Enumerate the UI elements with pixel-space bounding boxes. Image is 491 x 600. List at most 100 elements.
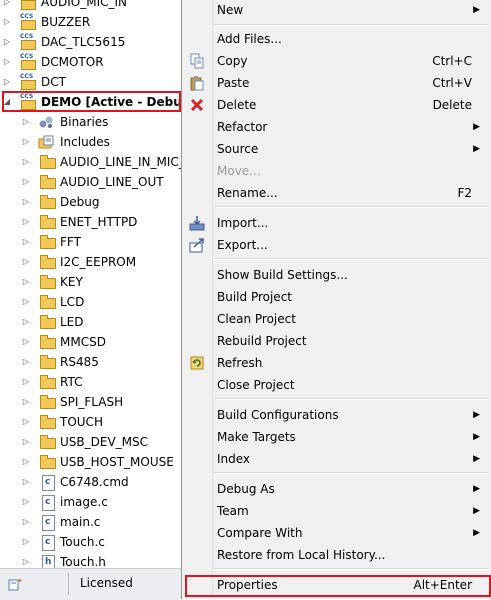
tree-item-label: BUZZER bbox=[41, 15, 91, 29]
project-folder-icon: CCS bbox=[20, 33, 36, 50]
menu-item-make-targets[interactable]: Make Targets ▶ bbox=[182, 426, 490, 448]
menu-item-rebuild-project[interactable]: Rebuild Project bbox=[182, 330, 490, 352]
menu-item-new[interactable]: New ▶ bbox=[182, 0, 490, 21]
expand-arrow-icon[interactable]: ▷ bbox=[21, 312, 31, 332]
expand-arrow-icon[interactable]: ▷ bbox=[21, 132, 31, 152]
menu-item-label: Show Build Settings... bbox=[217, 268, 348, 282]
folder-icon bbox=[40, 335, 56, 349]
c-file-icon: c bbox=[40, 495, 56, 511]
menu-item-index[interactable]: Index ▶ bbox=[182, 448, 490, 470]
menu-item-import[interactable]: Import... bbox=[182, 212, 490, 234]
menu-item-restore-local-history[interactable]: Restore from Local History... bbox=[182, 544, 490, 566]
menu-item-refactor[interactable]: Refactor ▶ bbox=[182, 116, 490, 138]
submenu-arrow-icon: ▶ bbox=[473, 432, 480, 442]
folder-icon bbox=[40, 255, 56, 269]
expand-arrow-icon[interactable]: ▷ bbox=[21, 392, 31, 412]
menu-item-source[interactable]: Source ▶ bbox=[182, 138, 490, 160]
expand-arrow-icon[interactable]: ▷ bbox=[21, 352, 31, 372]
menu-item-label: Refresh bbox=[217, 356, 263, 370]
menu-item-compare-with[interactable]: Compare With ▶ bbox=[182, 522, 490, 544]
submenu-arrow-icon: ▶ bbox=[473, 410, 480, 420]
status-bar: ✦ Licensed bbox=[0, 568, 183, 600]
expand-arrow-icon[interactable]: ▷ bbox=[21, 432, 31, 452]
menu-item-debug-as[interactable]: Debug As ▶ bbox=[182, 478, 490, 500]
expand-arrow-icon[interactable]: ▷ bbox=[21, 252, 31, 272]
tree-item-label: main.c bbox=[60, 515, 101, 529]
expand-arrow-icon[interactable]: ▷ bbox=[21, 532, 31, 552]
refresh-icon bbox=[189, 355, 205, 371]
menu-item-label: Close Project bbox=[217, 378, 295, 392]
delete-icon bbox=[189, 97, 205, 113]
menu-item-build-configurations[interactable]: Build Configurations ▶ bbox=[182, 404, 490, 426]
project-folder-icon: CCS bbox=[20, 53, 36, 70]
expand-arrow-icon[interactable]: ▷ bbox=[2, 32, 12, 52]
tree-item-label: MMCSD bbox=[60, 335, 106, 349]
menu-separator bbox=[214, 24, 488, 26]
menu-item-label: Paste bbox=[217, 76, 250, 90]
menu-item-rename[interactable]: Rename... F2 bbox=[182, 182, 490, 204]
tree-item-label: USB_HOST_MOUSE bbox=[60, 455, 174, 469]
expand-arrow-icon[interactable]: ▷ bbox=[21, 212, 31, 232]
folder-icon bbox=[40, 195, 56, 209]
expand-arrow-icon[interactable]: ▷ bbox=[21, 332, 31, 352]
menu-item-label: Export... bbox=[217, 238, 268, 252]
tree-item-label: Binaries bbox=[60, 115, 109, 129]
expand-arrow-icon[interactable]: ▷ bbox=[21, 112, 31, 132]
expand-arrow-icon[interactable]: ▷ bbox=[21, 172, 31, 192]
expand-arrow-icon[interactable]: ▷ bbox=[21, 552, 31, 568]
menu-item-close-project[interactable]: Close Project bbox=[182, 374, 490, 396]
expand-arrow-icon[interactable]: ▷ bbox=[2, 52, 12, 72]
menu-item-export[interactable]: Export... bbox=[182, 234, 490, 256]
expand-arrow-icon[interactable]: ▷ bbox=[21, 452, 31, 472]
tree-item-label: image.c bbox=[60, 495, 108, 509]
expand-arrow-icon[interactable]: ▷ bbox=[2, 72, 12, 92]
menu-item-label: Team bbox=[217, 504, 249, 518]
tree-item-label: RS485 bbox=[60, 355, 99, 369]
tree-item-label: AUDIO_MIC_IN bbox=[41, 0, 128, 9]
license-status: Licensed bbox=[80, 576, 133, 590]
menu-item-copy[interactable]: Copy Ctrl+C bbox=[182, 50, 490, 72]
menu-item-refresh[interactable]: Refresh bbox=[182, 352, 490, 374]
fast-view-icon[interactable]: ✦ bbox=[8, 577, 23, 591]
expand-arrow-icon[interactable]: ▷ bbox=[21, 272, 31, 292]
menu-item-add-files[interactable]: Add Files... bbox=[182, 28, 490, 50]
expand-arrow-icon[interactable]: ▷ bbox=[21, 192, 31, 212]
submenu-arrow-icon: ▶ bbox=[473, 122, 480, 132]
expand-arrow-icon[interactable]: ▷ bbox=[2, 0, 12, 12]
menu-item-label: Make Targets bbox=[217, 430, 296, 444]
expand-arrow-icon[interactable]: ▷ bbox=[21, 492, 31, 512]
shortcut-label: Ctrl+C bbox=[432, 54, 472, 68]
project-explorer-tree[interactable]: ▷ CCS AUDIO_MIC_IN ▷ CCS BUZZER ▷ CCS DA… bbox=[0, 0, 183, 568]
menu-item-move: Move... bbox=[182, 160, 490, 182]
tree-item-label: KEY bbox=[60, 275, 83, 289]
tree-item-label: AUDIO_LINE_IN_MIC_ bbox=[60, 155, 183, 169]
expand-arrow-icon[interactable]: ▷ bbox=[21, 292, 31, 312]
expand-arrow-icon[interactable]: ▷ bbox=[2, 12, 12, 32]
tree-item-label: Debug bbox=[60, 195, 100, 209]
folder-icon bbox=[40, 355, 56, 369]
tree-item-label: DCT bbox=[41, 75, 66, 89]
menu-item-show-build-settings[interactable]: Show Build Settings... bbox=[182, 264, 490, 286]
menu-item-label: Move... bbox=[217, 164, 261, 178]
expand-arrow-icon[interactable]: ▷ bbox=[21, 472, 31, 492]
menu-item-build-project[interactable]: Build Project bbox=[182, 286, 490, 308]
expand-arrow-icon[interactable]: ▷ bbox=[21, 232, 31, 252]
export-icon bbox=[189, 237, 205, 253]
expand-arrow-icon[interactable]: ▷ bbox=[21, 152, 31, 172]
active-project-highlight bbox=[2, 91, 181, 112]
c-file-icon: c bbox=[40, 535, 56, 551]
menu-item-delete[interactable]: Delete Delete bbox=[182, 94, 490, 116]
folder-icon bbox=[40, 295, 56, 309]
menu-separator bbox=[214, 258, 488, 260]
expand-arrow-icon[interactable]: ▷ bbox=[21, 372, 31, 392]
paste-icon bbox=[189, 75, 205, 91]
menu-item-label: New bbox=[217, 3, 244, 17]
expand-arrow-icon[interactable]: ▷ bbox=[21, 512, 31, 532]
menu-item-clean-project[interactable]: Clean Project bbox=[182, 308, 490, 330]
menu-item-team[interactable]: Team ▶ bbox=[182, 500, 490, 522]
menu-item-paste[interactable]: Paste Ctrl+V bbox=[182, 72, 490, 94]
menu-item-label: Rebuild Project bbox=[217, 334, 307, 348]
menu-separator bbox=[214, 568, 488, 570]
expand-arrow-icon[interactable]: ▷ bbox=[21, 412, 31, 432]
menu-item-label: Compare With bbox=[217, 526, 303, 540]
